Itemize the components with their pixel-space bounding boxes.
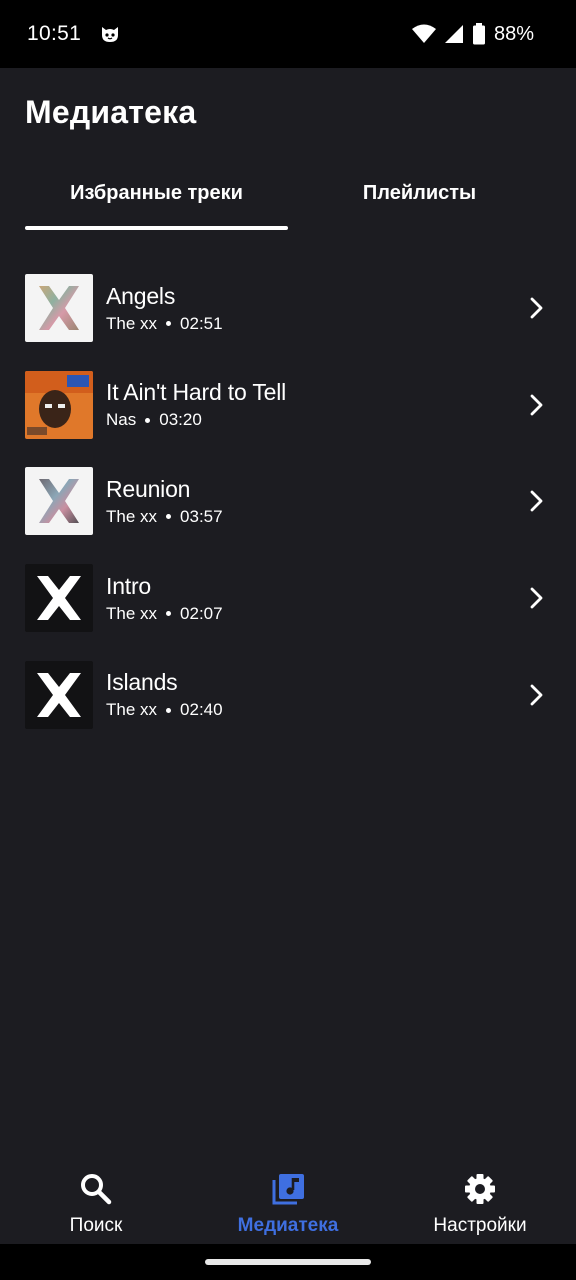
nav-library[interactable]: Медиатека xyxy=(192,1160,384,1244)
track-title: Islands xyxy=(106,669,178,696)
system-gesture-bar xyxy=(0,1244,576,1280)
track-duration: 02:51 xyxy=(180,313,223,333)
track-duration: 03:57 xyxy=(180,506,223,526)
home-gesture-handle[interactable] xyxy=(205,1259,371,1265)
chevron-right-icon xyxy=(530,684,543,706)
library-screen: Медиатека Избранные треки Плейлисты Ange… xyxy=(0,68,576,1244)
search-icon xyxy=(81,1174,112,1205)
battery-percent: 88% xyxy=(493,22,534,45)
chevron-right-icon xyxy=(530,297,543,319)
bottom-navigation: Поиск Медиатека Настройки xyxy=(0,1160,576,1244)
gear-icon xyxy=(465,1174,495,1204)
nav-label: Настройки xyxy=(433,1215,527,1236)
track-title: Intro xyxy=(106,572,152,599)
status-bar: 10:51 88% xyxy=(0,0,576,68)
track-row[interactable]: Reunion The xx 03:57 xyxy=(0,453,576,550)
nav-label: Медиатека xyxy=(237,1215,339,1236)
album-cover-image xyxy=(25,274,93,343)
chevron-right-icon xyxy=(530,491,543,512)
library-music-icon xyxy=(272,1174,304,1205)
nav-search[interactable]: Поиск xyxy=(0,1160,192,1244)
status-time: 10:51 xyxy=(27,22,82,45)
track-row[interactable]: Islands The xx 02:40 xyxy=(0,646,576,743)
track-duration: 02:40 xyxy=(180,700,223,720)
separator-dot xyxy=(166,707,172,713)
album-cover-image xyxy=(25,564,93,633)
cat-face-icon xyxy=(102,27,119,42)
tab-playlists[interactable]: Плейлисты xyxy=(288,168,551,230)
cellular-signal-icon xyxy=(444,25,463,43)
tab-favorite-tracks[interactable]: Избранные треки xyxy=(25,168,288,230)
wifi-icon xyxy=(411,24,436,43)
chevron-right-icon xyxy=(530,394,543,416)
track-list: Angels The xx 02:51 It Ain't Hard to Tel… xyxy=(0,260,576,743)
track-duration: 02:07 xyxy=(180,603,223,623)
separator-dot xyxy=(166,611,172,617)
track-artist: The xx xyxy=(106,700,158,720)
track-artist: The xx xyxy=(106,603,158,623)
track-row[interactable]: Angels The xx 02:51 xyxy=(0,260,576,357)
track-artist: Nas xyxy=(106,410,137,430)
album-cover-image xyxy=(25,660,93,729)
page-title: Медиатека xyxy=(25,94,197,130)
track-artist: The xx xyxy=(106,506,158,526)
separator-dot xyxy=(166,514,172,520)
nav-settings[interactable]: Настройки xyxy=(384,1160,576,1244)
track-row[interactable]: It Ain't Hard to Tell Nas 03:20 xyxy=(0,357,576,454)
track-title: It Ain't Hard to Tell xyxy=(106,379,287,406)
separator-dot xyxy=(166,321,172,327)
track-title: Angels xyxy=(106,282,176,309)
chevron-right-icon xyxy=(530,587,543,609)
track-title: Reunion xyxy=(106,475,191,502)
library-tabs: Избранные треки Плейлисты xyxy=(25,168,551,230)
album-cover-image xyxy=(25,467,93,536)
nav-label: Поиск xyxy=(69,1215,123,1236)
track-artist: The xx xyxy=(106,313,158,333)
battery-icon xyxy=(472,23,485,45)
track-row[interactable]: Intro The xx 02:07 xyxy=(0,550,576,647)
album-cover-image xyxy=(25,370,93,439)
separator-dot xyxy=(145,417,151,423)
track-duration: 03:20 xyxy=(159,410,202,430)
